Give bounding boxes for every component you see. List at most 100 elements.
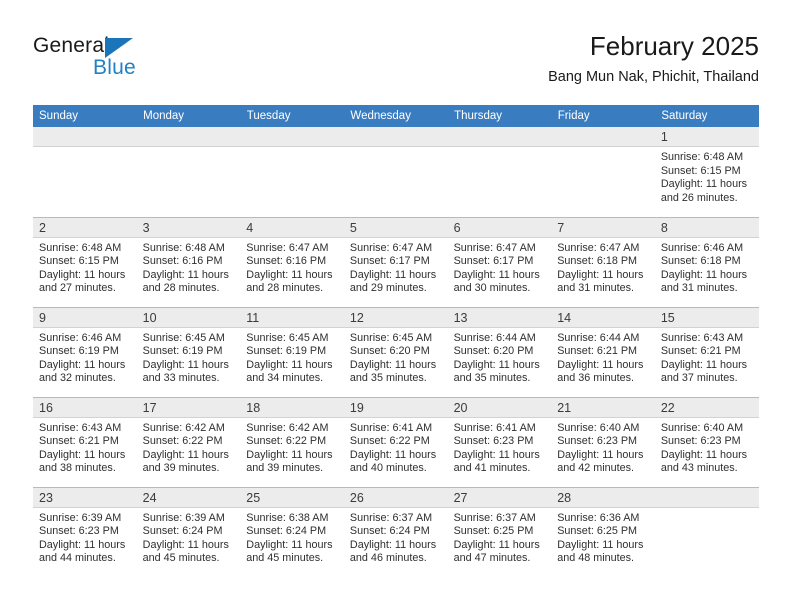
calendar-day-cell[interactable]: 11 Sunrise: 6:45 AM Sunset: 6:19 PM Dayligh… [240,306,344,397]
day-details: Sunrise: 6:39 AM Sunset: 6:23 PM Daylight:… [33,508,137,566]
day-number: 7 [551,217,655,238]
calendar-day-cell-empty [551,127,655,217]
daylight-text: Daylight: 11 hours and 48 minutes. [557,538,644,565]
day-number: 18 [240,397,344,418]
calendar-day-cell[interactable]: 10 Sunrise: 6:45 AM Sunset: 6:19 PM Dayligh… [136,306,241,397]
calendar-day-cell-inner: 28 Sunrise: 6:36 AM Sunset: 6:25 PM Dayligh… [551,487,655,578]
sunrise-text: Sunrise: 6:46 AM [39,331,122,344]
sunset-text: Sunset: 6:22 PM [349,435,430,448]
calendar-day-cell[interactable]: 17 Sunrise: 6:42 AM Sunset: 6:22 PM Dayligh… [136,396,241,487]
sunrise-text: Sunrise: 6:48 AM [142,241,225,254]
calendar-day-cell[interactable]: 7 Sunrise: 6:47 AM Sunset: 6:18 PM Daylight… [551,216,655,307]
calendar-day-cell[interactable]: 24 Sunrise: 6:39 AM Sunset: 6:24 PM Dayligh… [136,486,241,577]
calendar-day-cell[interactable]: 3 Sunrise: 6:48 AM Sunset: 6:16 PM Daylight… [136,216,241,307]
calendar-day-cell[interactable]: 27 Sunrise: 6:37 AM Sunset: 6:25 PM Dayligh… [447,486,552,578]
calendar-day-cell[interactable]: 26 Sunrise: 6:37 AM Sunset: 6:24 PM Dayligh… [343,486,448,577]
calendar-day-cell-inner: 9 Sunrise: 6:46 AM Sunset: 6:19 PM Daylight… [33,307,137,397]
calendar-day-cell-inner [136,127,241,217]
calendar-day-cell-inner [551,127,655,217]
logo-triangle-icon [105,38,133,58]
calendar-body: 1 Sunrise: 6:48 AM Sunset: 6:15 PM Daylight… [33,127,759,577]
calendar-day-cell[interactable]: 18 Sunrise: 6:42 AM Sunset: 6:22 PM Dayligh… [240,396,344,487]
calendar-day-cell-inner: 7 Sunrise: 6:47 AM Sunset: 6:18 PM Daylight… [551,217,655,307]
calendar-week-row: 16 Sunrise: 6:43 AM Sunset: 6:21 PM Dayligh… [33,396,759,487]
calendar-day-cell[interactable]: 15 Sunrise: 6:43 AM Sunset: 6:21 PM Dayligh… [654,306,759,397]
calendar-day-cell-inner: 25 Sunrise: 6:38 AM Sunset: 6:24 PM Dayligh… [240,487,344,578]
calendar-day-cell-inner: 27 Sunrise: 6:37 AM Sunset: 6:25 PM Dayligh… [447,487,552,578]
sunset-text: Sunset: 6:23 PM [557,435,638,448]
sunrise-text: Sunrise: 6:37 AM [453,511,536,524]
sunrise-text: Sunrise: 6:48 AM [39,241,122,254]
sunset-text: Sunset: 6:23 PM [660,435,741,448]
calendar-day-cell[interactable]: 9 Sunrise: 6:46 AM Sunset: 6:19 PM Daylight… [33,306,137,397]
calendar-day-cell[interactable]: 5 Sunrise: 6:47 AM Sunset: 6:17 PM Daylight… [343,216,448,307]
calendar-day-cell[interactable]: 8 Sunrise: 6:46 AM Sunset: 6:18 PM Daylight… [654,216,759,307]
sunset-text: Sunset: 6:21 PM [39,435,119,448]
calendar-day-cell[interactable]: 16 Sunrise: 6:43 AM Sunset: 6:21 PM Dayligh… [33,396,137,487]
day-details: Sunrise: 6:37 AM Sunset: 6:24 PM Daylight:… [344,508,448,566]
calendar-day-cell[interactable]: 13 Sunrise: 6:44 AM Sunset: 6:20 PM Dayligh… [447,306,552,397]
day-number: 9 [33,307,137,328]
daylight-text: Daylight: 11 hours and 43 minutes. [660,448,748,475]
calendar-day-cell[interactable]: 20 Sunrise: 6:41 AM Sunset: 6:23 PM Dayligh… [447,396,552,487]
calendar-day-cell[interactable]: 12 Sunrise: 6:45 AM Sunset: 6:20 PM Dayligh… [343,306,448,397]
day-number [654,487,759,508]
calendar-day-cell-inner [654,487,759,578]
day-number: 2 [33,217,137,238]
sunset-text: Sunset: 6:19 PM [142,345,223,358]
day-number: 27 [447,487,552,508]
calendar-day-cell[interactable]: 1 Sunrise: 6:48 AM Sunset: 6:15 PM Daylight… [654,127,759,217]
day-number: 10 [136,307,241,328]
daylight-text: Daylight: 11 hours and 28 minutes. [142,268,229,295]
daylight-text: Daylight: 11 hours and 31 minutes. [557,268,644,295]
sunrise-text: Sunrise: 6:44 AM [453,331,536,344]
sunrise-text: Sunrise: 6:47 AM [349,241,433,254]
sunset-text: Sunset: 6:23 PM [39,525,119,538]
calendar-day-cell[interactable]: 28 Sunrise: 6:36 AM Sunset: 6:25 PM Dayligh… [551,486,655,578]
daylight-text: Daylight: 11 hours and 44 minutes. [39,538,126,565]
weekday-header-tuesday: Tuesday [240,105,345,127]
daylight-text: Daylight: 11 hours and 27 minutes. [39,268,126,295]
day-number: 11 [240,307,344,328]
sunset-text: Sunset: 6:25 PM [557,525,638,538]
calendar-day-cell[interactable]: 6 Sunrise: 6:47 AM Sunset: 6:17 PM Daylight… [447,216,552,307]
calendar-day-cell-inner: 20 Sunrise: 6:41 AM Sunset: 6:23 PM Dayligh… [447,397,552,487]
calendar-day-cell-empty [136,127,241,217]
sunrise-text: Sunrise: 6:42 AM [142,421,225,434]
sunset-text: Sunset: 6:24 PM [349,525,430,538]
sunset-text: Sunset: 6:16 PM [246,255,327,268]
day-details: Sunrise: 6:44 AM Sunset: 6:21 PM Daylight:… [551,328,655,386]
calendar-day-cell-inner: 19 Sunrise: 6:41 AM Sunset: 6:22 PM Dayligh… [343,397,448,487]
calendar-day-cell[interactable]: 19 Sunrise: 6:41 AM Sunset: 6:22 PM Dayligh… [343,396,448,487]
title-block: February 2025 Bang Mun Nak, Phichit, Tha… [548,30,759,86]
calendar-day-cell[interactable]: 25 Sunrise: 6:38 AM Sunset: 6:24 PM Dayligh… [240,486,344,578]
sunset-text: Sunset: 6:22 PM [142,435,223,448]
calendar-day-cell[interactable]: 2 Sunrise: 6:48 AM Sunset: 6:15 PM Daylight… [33,216,137,307]
sunrise-text: Sunrise: 6:45 AM [246,331,329,344]
day-details: Sunrise: 6:45 AM Sunset: 6:19 PM Daylight:… [137,328,241,386]
day-details: Sunrise: 6:37 AM Sunset: 6:25 PM Daylight:… [448,508,552,566]
calendar-day-cell[interactable]: 21 Sunrise: 6:40 AM Sunset: 6:23 PM Dayligh… [551,396,655,487]
sunset-text: Sunset: 6:15 PM [660,164,741,177]
sunrise-text: Sunrise: 6:45 AM [142,331,225,344]
sunrise-text: Sunrise: 6:43 AM [660,331,744,344]
day-number [136,127,241,147]
day-details: Sunrise: 6:45 AM Sunset: 6:19 PM Daylight:… [240,328,344,386]
day-number: 19 [343,397,448,418]
day-details: Sunrise: 6:46 AM Sunset: 6:18 PM Daylight:… [655,238,759,296]
calendar-day-cell-inner: 18 Sunrise: 6:42 AM Sunset: 6:22 PM Dayligh… [240,397,344,487]
calendar-day-cell-inner: 23 Sunrise: 6:39 AM Sunset: 6:23 PM Dayligh… [33,487,137,578]
calendar-day-cell[interactable]: 4 Sunrise: 6:47 AM Sunset: 6:16 PM Daylight… [240,216,344,307]
day-number: 6 [447,217,552,238]
daylight-text: Daylight: 11 hours and 35 minutes. [349,358,437,385]
sunset-text: Sunset: 6:17 PM [349,255,430,268]
day-details: Sunrise: 6:48 AM Sunset: 6:15 PM Daylight:… [33,238,137,296]
day-number: 24 [136,487,241,508]
day-details: Sunrise: 6:47 AM Sunset: 6:16 PM Daylight:… [240,238,344,296]
daylight-text: Daylight: 11 hours and 39 minutes. [142,448,229,475]
sunrise-text: Sunrise: 6:42 AM [246,421,329,434]
calendar-day-cell[interactable]: 23 Sunrise: 6:39 AM Sunset: 6:23 PM Dayligh… [33,486,137,578]
calendar-day-cell[interactable]: 22 Sunrise: 6:40 AM Sunset: 6:23 PM Dayligh… [654,396,759,487]
calendar-day-cell[interactable]: 14 Sunrise: 6:44 AM Sunset: 6:21 PM Dayligh… [551,306,655,397]
calendar-day-cell-inner [33,127,137,217]
